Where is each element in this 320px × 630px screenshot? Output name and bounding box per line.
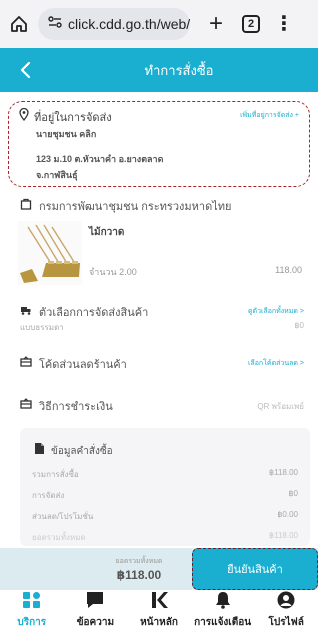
new-tab-button[interactable]: + (204, 12, 228, 36)
discount-code-row: โค้ดส่วนลดร้านค้า (20, 355, 127, 373)
payment-method-title: วิธีการชำระเงิน (39, 401, 113, 413)
payment-method-value[interactable]: QR พร้อมเพย์ (257, 400, 304, 413)
total-value: ฿118.00 (116, 568, 162, 582)
address-line-2: จ.กาฬสินธุ์ (36, 170, 78, 180)
message-icon (85, 591, 105, 614)
shop-name: กรมการพัฒนาชุมชน กระทรวงมหาดไทย (39, 201, 232, 213)
address-bar[interactable]: click.cdd.go.th/web/ (38, 8, 190, 40)
total-box: ยอดรวมทั้งหมด ฿118.00 (0, 548, 192, 590)
url-text: click.cdd.go.th/web/ (68, 16, 190, 32)
summary-row: ยอดรวมทั้งหมด ฿118.00 (32, 531, 298, 542)
shipping-method: แบบธรรมดา (20, 323, 64, 332)
nav-home[interactable]: หน้าหลัก (127, 590, 191, 630)
product-name: ไม้กวาด (89, 227, 125, 238)
discount-code-title: โค้ดส่วนลดร้านค้า (39, 359, 127, 371)
shop-row: กรมการพัฒนาชุมชน กระทรวงมหาดไทย (20, 197, 231, 215)
confirm-order-button[interactable]: ยืนยันสินค้า (192, 548, 318, 590)
shipping-option-row: ตัวเลือกการจัดส่งสินค้า (20, 303, 148, 321)
home-logo-icon (149, 591, 169, 614)
home-icon[interactable] (6, 11, 32, 37)
bottom-navigation: บริการ ข้อความ หน้าหลัก การแจ้งเตือน โปร… (0, 590, 318, 630)
browser-toolbar: click.cdd.go.th/web/ + 2 ⋮ (0, 0, 318, 48)
order-summary-title: ข้อมูลคำสั่งซื้อ (51, 445, 113, 457)
shipping-option-title: ตัวเลือกการจัดส่งสินค้า (39, 307, 149, 319)
summary-row: การจัดส่ง ฿0 (32, 489, 298, 500)
total-label: ยอดรวมทั้งหมด (115, 558, 163, 565)
select-discount-link[interactable]: เลือกโค้ดส่วนลด > (248, 358, 304, 369)
bell-icon (213, 591, 233, 614)
add-address-link[interactable]: เพิ่มที่อยู่การจัดส่ง + (240, 110, 299, 121)
address-title: ที่อยู่ในการจัดส่ง (34, 112, 112, 124)
browser-menu-icon[interactable]: ⋮ (274, 14, 294, 34)
store-icon (20, 197, 32, 215)
recipient-name: นายชุมชน คลิก (36, 129, 97, 139)
nav-label: โปรไฟล์ (268, 616, 304, 628)
shipping-cost: ฿0 (294, 321, 304, 330)
checkout-bar: ยอดรวมทั้งหมด ฿118.00 ยืนยันสินค้า (0, 548, 318, 590)
shipping-address-section[interactable]: ที่อยู่ในการจัดส่ง เพิ่มที่อยู่การจัดส่ง… (8, 101, 310, 187)
product-quantity: จำนวน 2.00 (89, 267, 137, 277)
nav-label: หน้าหลัก (140, 616, 178, 628)
nav-label: ข้อความ (76, 616, 115, 628)
product-price: 118.00 (275, 265, 302, 275)
nav-notifications[interactable]: การแจ้งเตือน (191, 590, 255, 630)
payment-icon (20, 397, 32, 415)
services-icon (22, 591, 42, 614)
product-image (18, 221, 82, 285)
voucher-icon (20, 355, 32, 373)
site-settings-icon[interactable] (48, 15, 62, 33)
location-pin-icon (19, 107, 29, 126)
nav-label: การแจ้งเตือน (194, 616, 252, 628)
order-summary: ข้อมูลคำสั่งซื้อ รวมการสั่งซื้อ ฿118.00 ก… (20, 428, 310, 546)
page-title: ทำการสั่งซื้อ (144, 62, 214, 78)
address-line-1: 123 ม.10 ต.หัวนาคำ อ.ยางตลาด (36, 154, 164, 164)
view-all-shipping-link[interactable]: ดูตัวเลือกทั้งหมด > (248, 306, 304, 317)
app-header: ทำการสั่งซื้อ (0, 48, 318, 92)
payment-method-row: วิธีการชำระเงิน (20, 397, 113, 415)
nav-profile[interactable]: โปรไฟล์ (254, 590, 318, 630)
summary-row: ส่วนลด/โปรโมชั่น ฿0.00 (32, 510, 298, 521)
nav-messages[interactable]: ข้อความ (64, 590, 128, 630)
document-icon (34, 442, 45, 460)
profile-icon (276, 591, 296, 614)
back-arrow-icon[interactable] (14, 59, 36, 81)
shipping-icon (20, 303, 32, 321)
summary-row: รวมการสั่งซื้อ ฿118.00 (32, 468, 298, 479)
tab-count-button[interactable]: 2 (242, 15, 260, 33)
nav-label: บริการ (17, 616, 47, 628)
nav-services[interactable]: บริการ (0, 590, 64, 630)
